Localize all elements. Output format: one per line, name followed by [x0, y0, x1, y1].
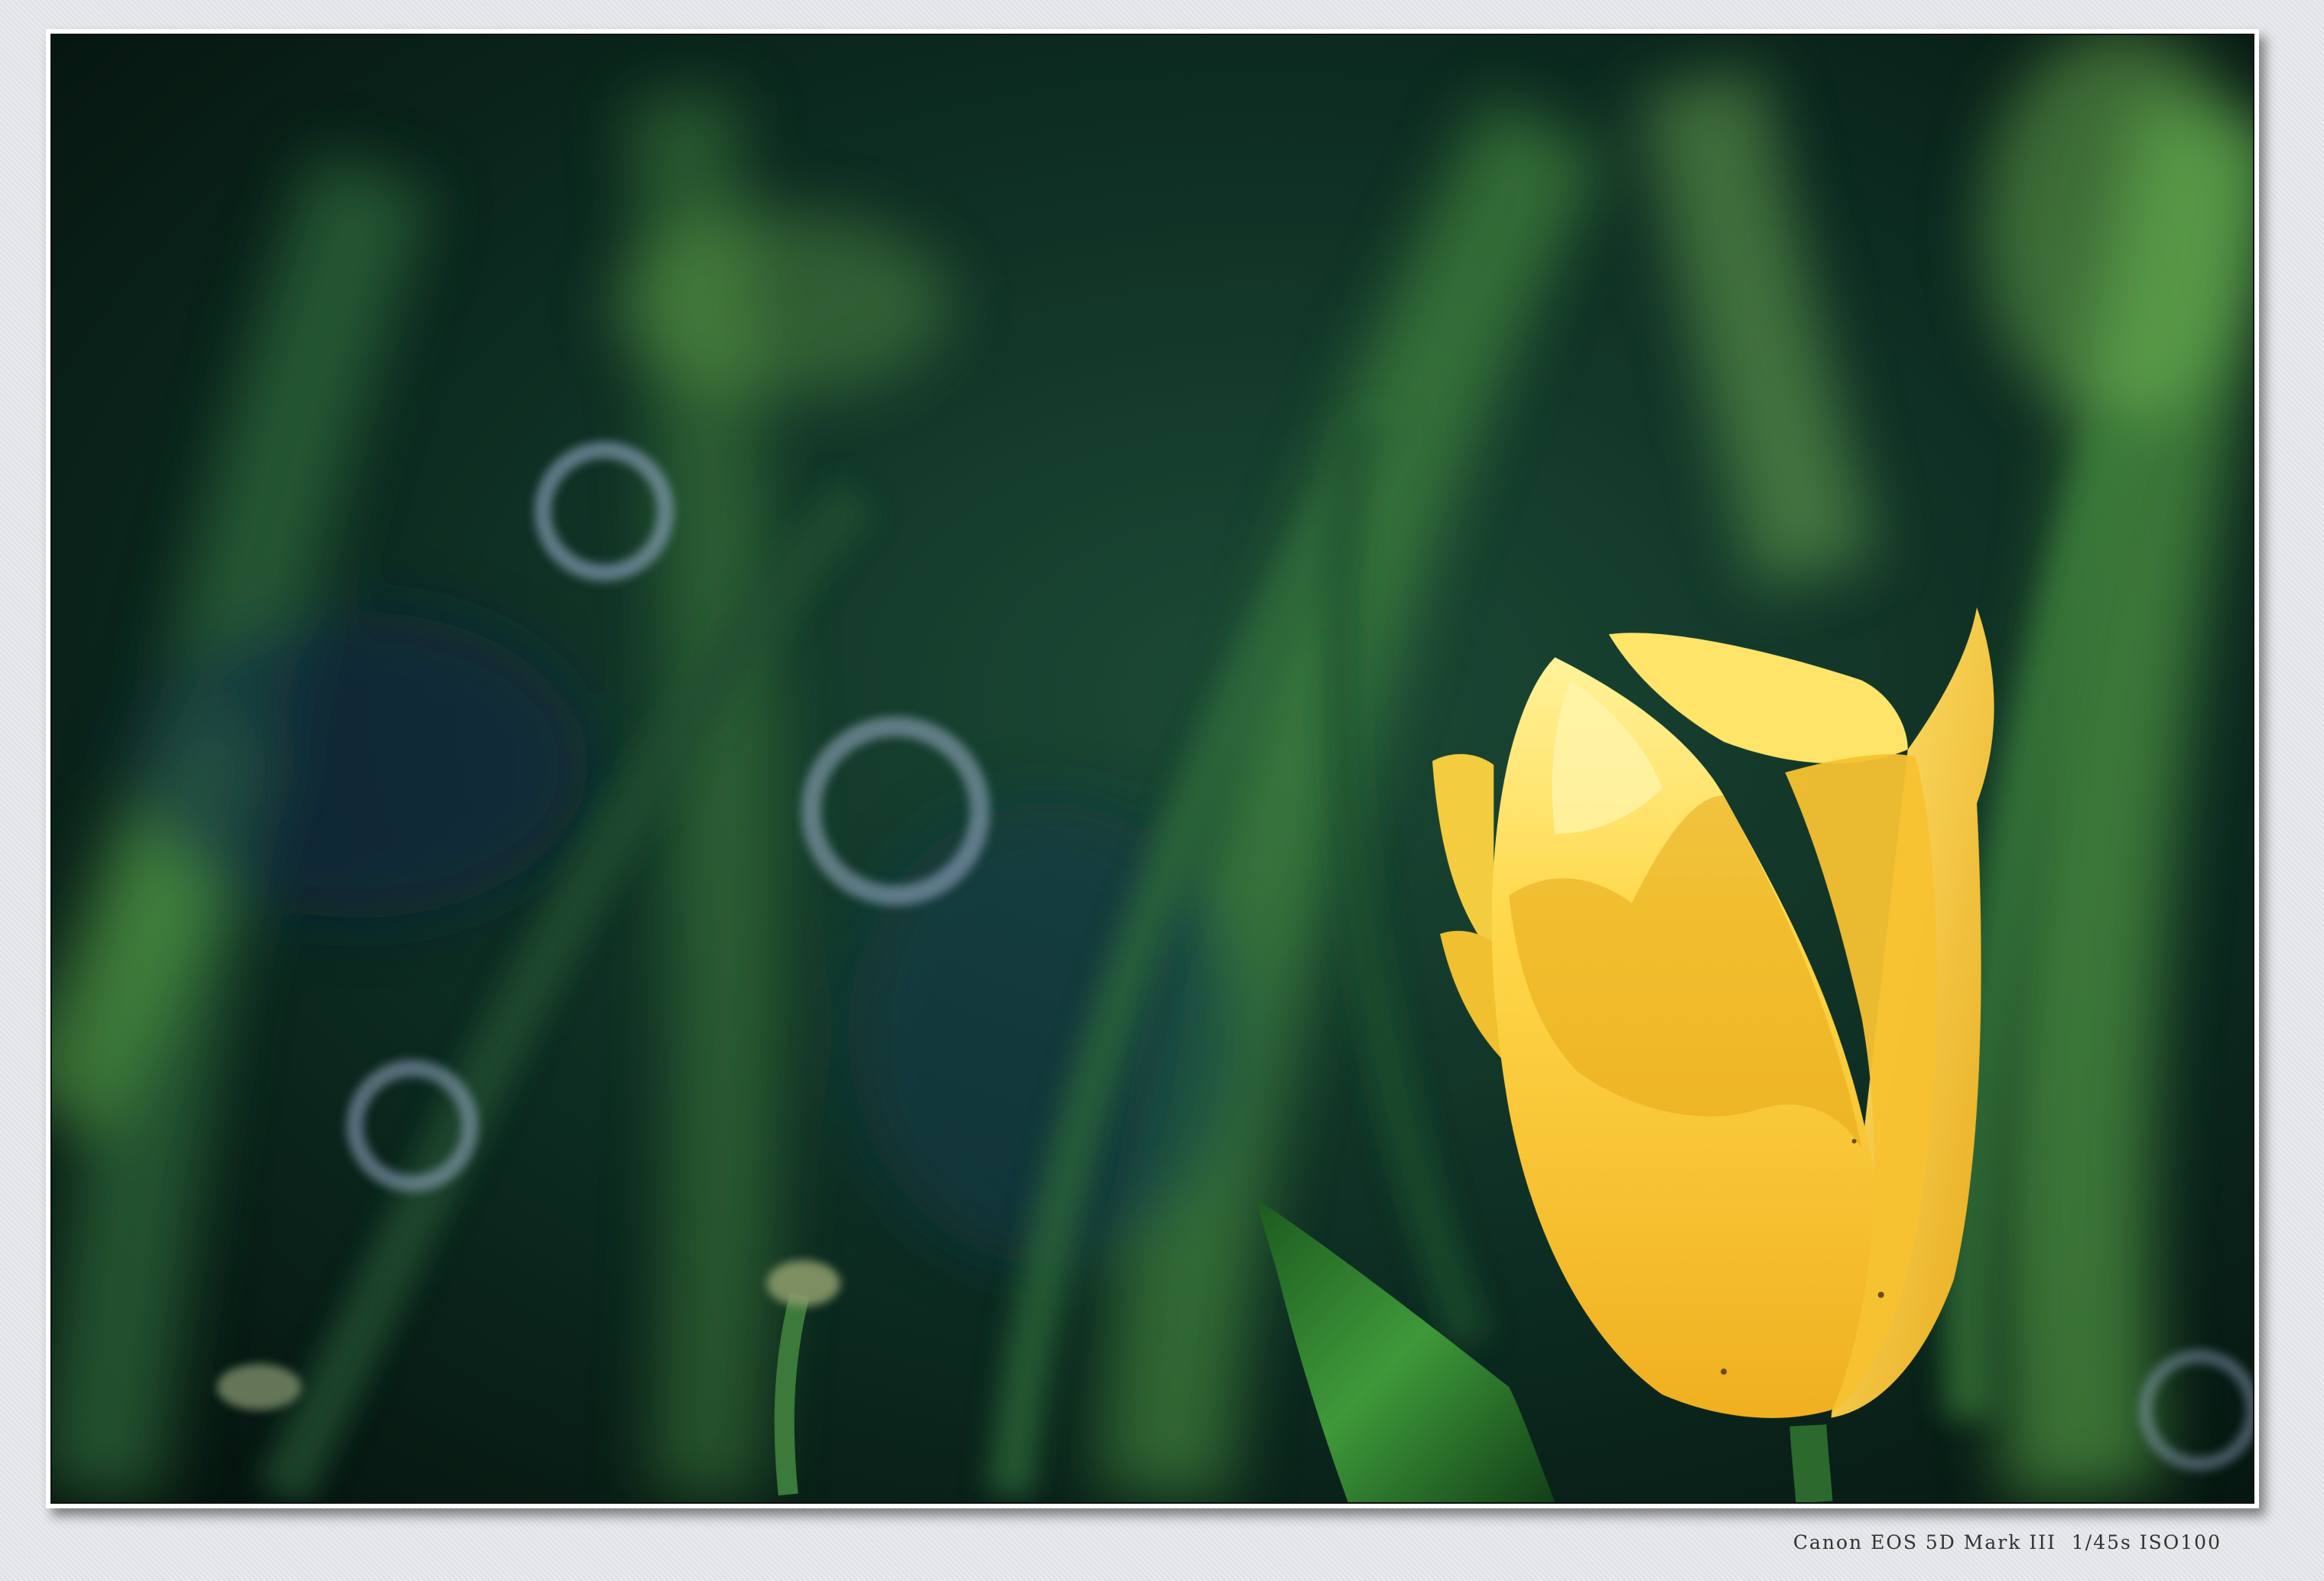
tulip-photo — [52, 35, 2253, 1502]
exif-caption: Canon EOS 5D Mark III 1/45s ISO100 — [1793, 1531, 2222, 1553]
tulip-stem — [1789, 1424, 1833, 1502]
photo-border — [50, 34, 2254, 1504]
photo-frame — [46, 29, 2259, 1508]
